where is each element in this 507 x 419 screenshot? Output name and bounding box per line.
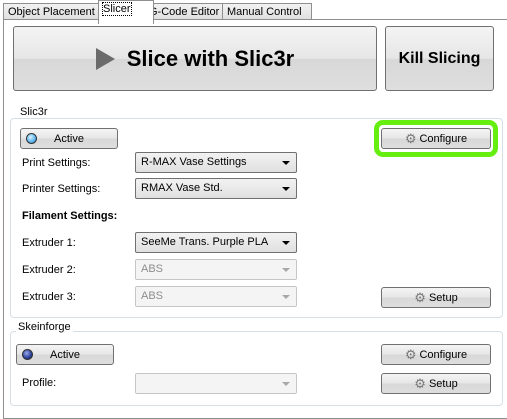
printer-settings-select[interactable]: RMAX Vase Std.	[135, 178, 297, 199]
configure-label: Configure	[419, 348, 468, 361]
gears-icon: ⚙	[414, 289, 426, 305]
skeinforge-group	[10, 331, 503, 406]
setup-label: Setup	[428, 291, 458, 304]
print-settings-value: R-MAX Vase Settings	[141, 156, 247, 168]
extruder-1-select[interactable]: SeeMe Trans. Purple PLA	[135, 232, 297, 253]
active-label: Active	[54, 132, 84, 145]
skeinforge-group-title: Skeinforge	[16, 321, 73, 333]
extruder-3-select[interactable]: ABS	[135, 286, 297, 307]
profile-label: Profile:	[22, 377, 57, 389]
play-icon	[95, 47, 115, 70]
chevron-down-icon	[282, 161, 290, 165]
skeinforge-setup-button[interactable]: ⚙ Setup	[381, 373, 491, 394]
tab-slicer-label: Slicer	[102, 2, 132, 16]
slic3r-group-title: Slic3r	[18, 106, 50, 118]
extruder-1-label: Extruder 1:	[22, 237, 76, 249]
gears-icon: ⚙	[414, 375, 426, 391]
status-led-icon	[22, 349, 33, 360]
kill-slicing-button[interactable]: Kill Slicing	[385, 26, 494, 91]
slic3r-setup-button[interactable]: ⚙ Setup	[381, 287, 491, 308]
skeinforge-active-toggle[interactable]: Active	[16, 344, 114, 365]
print-settings-label: Print Settings:	[22, 157, 91, 169]
printer-settings-value: RMAX Vase Std.	[141, 182, 223, 194]
status-led-icon	[26, 133, 37, 144]
slice-button-label: Slice with Slic3r	[126, 45, 295, 71]
tab-slicer[interactable]: Slicer	[98, 0, 154, 24]
extruder-2-label: Extruder 2:	[22, 264, 76, 276]
extruder-2-value: ABS	[141, 263, 164, 275]
slic3r-configure-button[interactable]: ⚙ Configure	[381, 128, 491, 149]
chevron-down-icon	[282, 295, 290, 299]
extruder-3-label: Extruder 3:	[22, 291, 76, 303]
chevron-down-icon	[282, 268, 290, 272]
chevron-down-icon	[282, 187, 290, 191]
gear-icon: ⚙	[404, 130, 417, 146]
setup-label: Setup	[428, 377, 458, 390]
slic3r-active-toggle[interactable]: Active	[20, 128, 118, 149]
skeinforge-configure-button[interactable]: ⚙ Configure	[381, 344, 491, 365]
slice-button[interactable]: Slice with Slic3r	[13, 26, 377, 91]
extruder-3-value: ABS	[141, 290, 164, 302]
print-settings-select[interactable]: R-MAX Vase Settings	[135, 152, 297, 173]
printer-settings-label: Printer Settings:	[22, 183, 101, 195]
filament-settings-heading: Filament Settings:	[22, 210, 118, 222]
configure-label: Configure	[419, 132, 468, 145]
profile-select[interactable]	[135, 373, 297, 394]
chevron-down-icon	[282, 241, 290, 245]
extruder-1-value: SeeMe Trans. Purple PLA	[141, 236, 269, 248]
gear-icon: ⚙	[404, 346, 417, 362]
active-label: Active	[50, 348, 80, 361]
extruder-2-select[interactable]: ABS	[135, 259, 297, 280]
chevron-down-icon	[282, 382, 290, 386]
